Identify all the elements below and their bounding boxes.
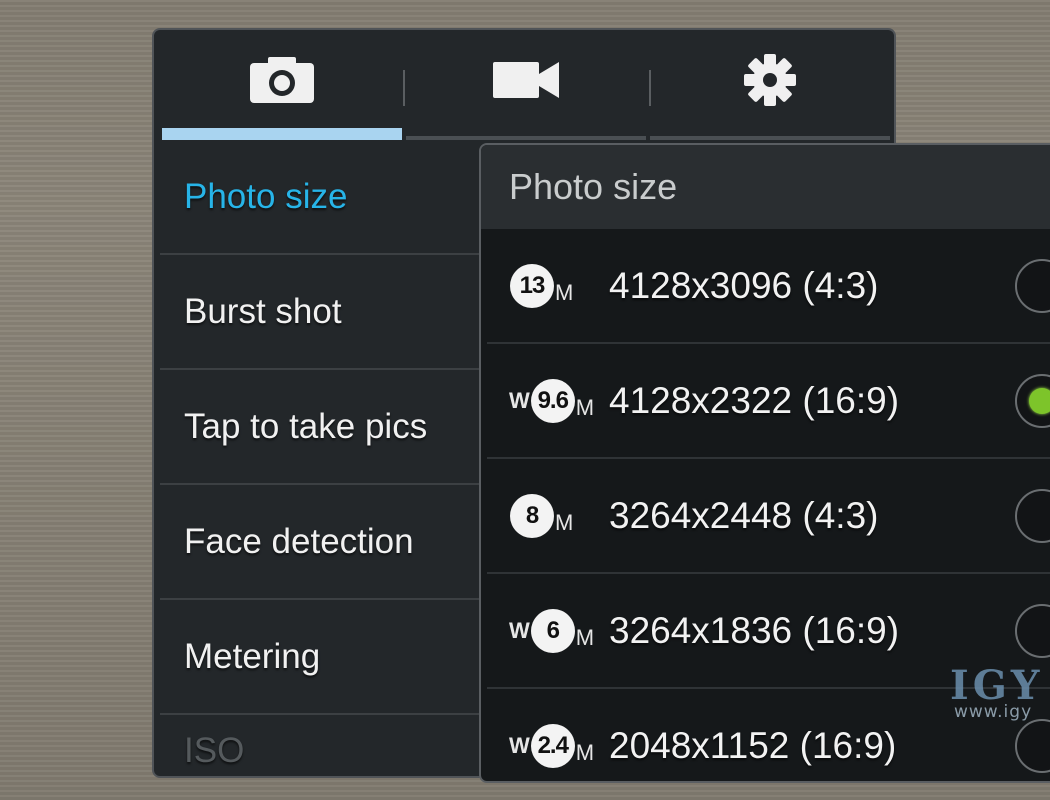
photo-size-option[interactable]: W 9.6 M 4128x2322 (16:9) (487, 344, 1050, 459)
radio-button[interactable] (1015, 258, 1050, 313)
resolution-label: 4128x3096 (4:3) (609, 264, 879, 306)
photo-size-option[interactable]: 13 M 4128x3096 (4:3) (487, 229, 1050, 344)
megapixel-unit: M (575, 624, 595, 650)
tab-settings[interactable] (648, 30, 892, 140)
radio-button-selected[interactable] (1015, 373, 1050, 428)
menu-item-iso[interactable]: ISO (160, 715, 480, 771)
megapixel-unit: M (555, 509, 574, 535)
megapixel-badge: W 9.6 M (509, 378, 595, 423)
wide-indicator: W (509, 617, 530, 643)
watermark-url: www.igy (954, 702, 1033, 722)
resolution-label: 3264x2448 (4:3) (609, 494, 879, 536)
tab-camera-indicator (162, 128, 402, 140)
megapixel-value: 2.4 (530, 723, 575, 768)
megapixel-unit: M (555, 279, 574, 305)
menu-item-metering[interactable]: Metering (160, 600, 480, 715)
megapixel-badge: W 6 M (509, 608, 595, 653)
radio-button[interactable] (1015, 718, 1050, 773)
megapixel-badge: 8 M (509, 493, 574, 538)
tab-camera[interactable] (160, 30, 404, 140)
radio-button[interactable] (1015, 488, 1050, 543)
settings-menu: Photo size Burst shot Tap to take pics F… (160, 140, 480, 771)
megapixel-value: 6 (530, 608, 575, 653)
gear-icon (743, 53, 797, 111)
megapixel-unit: M (575, 739, 595, 765)
megapixel-value: 9.6 (530, 378, 575, 423)
resolution-label: 3264x1836 (16:9) (609, 609, 900, 651)
megapixel-value: 8 (510, 493, 554, 538)
menu-item-photo-size[interactable]: Photo size (160, 140, 480, 255)
megapixel-unit: M (575, 394, 595, 420)
resolution-label: 2048x1152 (16:9) (609, 724, 897, 766)
tab-settings-indicator (650, 136, 890, 140)
photo-size-option[interactable]: 8 M 3264x2448 (4:3) (487, 459, 1050, 574)
settings-tabs (160, 30, 892, 140)
radio-button[interactable] (1015, 603, 1050, 658)
menu-item-burst-shot[interactable]: Burst shot (160, 255, 480, 370)
tab-video[interactable] (404, 30, 648, 140)
menu-item-tap-to-take-pics[interactable]: Tap to take pics (160, 370, 480, 485)
megapixel-badge: 13 M (509, 263, 574, 308)
wide-indicator: W (509, 387, 530, 413)
menu-item-face-detection[interactable]: Face detection (160, 485, 480, 600)
megapixel-badge: W 2.4 M (509, 723, 595, 768)
camera-icon (250, 57, 314, 107)
megapixel-value: 13 (510, 263, 554, 308)
dialog-title: Photo size (481, 145, 1050, 229)
wide-indicator: W (509, 732, 530, 758)
resolution-label: 4128x2322 (16:9) (609, 379, 900, 421)
video-camera-icon (493, 60, 559, 104)
